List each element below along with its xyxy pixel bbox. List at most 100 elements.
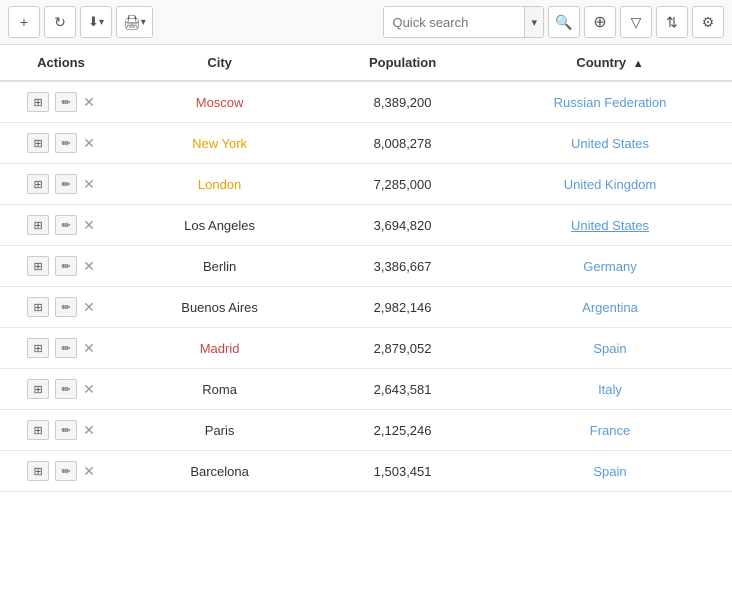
- search-input[interactable]: [384, 15, 524, 30]
- country-cell[interactable]: Russian Federation: [488, 81, 732, 123]
- print-button[interactable]: 🖨 ▾: [116, 6, 153, 38]
- country-link[interactable]: United Kingdom: [564, 177, 657, 192]
- view-button[interactable]: ⊞: [27, 297, 49, 317]
- country-link[interactable]: Spain: [593, 464, 626, 479]
- city-name: London: [198, 177, 241, 192]
- sort-icon: ⇅: [666, 14, 678, 31]
- country-cell[interactable]: United States: [488, 123, 732, 164]
- country-cell[interactable]: Spain: [488, 451, 732, 492]
- population-cell: 1,503,451: [317, 451, 488, 492]
- edit-icon: ✏: [62, 96, 71, 109]
- table-row: ⊞ ✏ ✕ New York8,008,278United States: [0, 123, 732, 164]
- delete-icon: ✕: [83, 135, 95, 151]
- view-icon: ⊞: [34, 219, 43, 232]
- edit-button[interactable]: ✏: [55, 297, 77, 317]
- edit-button[interactable]: ✏: [55, 92, 77, 112]
- delete-button[interactable]: ✕: [83, 299, 95, 316]
- country-link[interactable]: United States: [571, 218, 649, 233]
- country-cell[interactable]: United States: [488, 205, 732, 246]
- add-button[interactable]: +: [8, 6, 40, 38]
- settings-button[interactable]: ⚙: [692, 6, 724, 38]
- search2-button[interactable]: ⊕: [584, 6, 616, 38]
- header-actions: Actions: [0, 45, 122, 81]
- actions-cell: ⊞ ✏ ✕: [0, 205, 122, 246]
- edit-button[interactable]: ✏: [55, 379, 77, 399]
- delete-button[interactable]: ✕: [83, 217, 95, 234]
- country-link[interactable]: Germany: [583, 259, 636, 274]
- city-cell: New York: [122, 123, 317, 164]
- edit-icon: ✏: [62, 301, 71, 314]
- view-icon: ⊞: [34, 383, 43, 396]
- delete-icon: ✕: [83, 422, 95, 438]
- edit-button[interactable]: ✏: [55, 461, 77, 481]
- table-container: Actions City Population Country ▲ ⊞ ✏ ✕: [0, 45, 732, 492]
- population-cell: 2,643,581: [317, 369, 488, 410]
- city-cell: Madrid: [122, 328, 317, 369]
- search-button[interactable]: 🔍: [548, 6, 580, 38]
- view-button[interactable]: ⊞: [27, 133, 49, 153]
- view-button[interactable]: ⊞: [27, 420, 49, 440]
- country-link[interactable]: Argentina: [582, 300, 638, 315]
- edit-button[interactable]: ✏: [55, 133, 77, 153]
- table-row: ⊞ ✏ ✕ London7,285,000United Kingdom: [0, 164, 732, 205]
- table-row: ⊞ ✏ ✕ Los Angeles3,694,820United States: [0, 205, 732, 246]
- edit-button[interactable]: ✏: [55, 174, 77, 194]
- country-cell[interactable]: Germany: [488, 246, 732, 287]
- sort-button[interactable]: ⇅: [656, 6, 688, 38]
- header-country-label: Country: [576, 55, 626, 70]
- header-country[interactable]: Country ▲: [488, 45, 732, 81]
- delete-icon: ✕: [83, 340, 95, 356]
- actions-cell: ⊞ ✏ ✕: [0, 451, 122, 492]
- delete-button[interactable]: ✕: [83, 135, 95, 152]
- country-link[interactable]: Spain: [593, 341, 626, 356]
- city-name: Roma: [202, 382, 237, 397]
- country-cell[interactable]: Italy: [488, 369, 732, 410]
- table-row: ⊞ ✏ ✕ Paris2,125,246France: [0, 410, 732, 451]
- city-cell: London: [122, 164, 317, 205]
- export-chevron: ▾: [99, 17, 104, 28]
- country-link[interactable]: France: [590, 423, 630, 438]
- view-button[interactable]: ⊞: [27, 461, 49, 481]
- export-button[interactable]: ⬇ ▾: [80, 6, 112, 38]
- delete-button[interactable]: ✕: [83, 381, 95, 398]
- delete-button[interactable]: ✕: [83, 463, 95, 480]
- country-cell[interactable]: France: [488, 410, 732, 451]
- city-cell: Barcelona: [122, 451, 317, 492]
- search2-icon: ⊕: [593, 12, 606, 32]
- population-cell: 8,389,200: [317, 81, 488, 123]
- table-row: ⊞ ✏ ✕ Berlin3,386,667Germany: [0, 246, 732, 287]
- delete-button[interactable]: ✕: [83, 422, 95, 439]
- search-dropdown-button[interactable]: ▾: [524, 7, 543, 37]
- country-link[interactable]: United States: [571, 136, 649, 151]
- edit-button[interactable]: ✏: [55, 420, 77, 440]
- view-button[interactable]: ⊞: [27, 379, 49, 399]
- delete-icon: ✕: [83, 381, 95, 397]
- delete-button[interactable]: ✕: [83, 176, 95, 193]
- view-icon: ⊞: [34, 342, 43, 355]
- view-button[interactable]: ⊞: [27, 215, 49, 235]
- delete-icon: ✕: [83, 299, 95, 315]
- delete-button[interactable]: ✕: [83, 258, 95, 275]
- search-icon: 🔍: [555, 14, 572, 31]
- country-link[interactable]: Russian Federation: [554, 95, 667, 110]
- delete-button[interactable]: ✕: [83, 340, 95, 357]
- view-button[interactable]: ⊞: [27, 338, 49, 358]
- refresh-button[interactable]: ↻: [44, 6, 76, 38]
- filter-button[interactable]: ▽: [620, 6, 652, 38]
- settings-icon: ⚙: [702, 14, 715, 31]
- country-cell[interactable]: Argentina: [488, 287, 732, 328]
- view-button[interactable]: ⊞: [27, 92, 49, 112]
- country-cell[interactable]: Spain: [488, 328, 732, 369]
- country-cell[interactable]: United Kingdom: [488, 164, 732, 205]
- filter-icon: ▽: [631, 14, 642, 31]
- table-header-row: Actions City Population Country ▲: [0, 45, 732, 81]
- table-row: ⊞ ✏ ✕ Moscow8,389,200Russian Federation: [0, 81, 732, 123]
- edit-button[interactable]: ✏: [55, 215, 77, 235]
- view-button[interactable]: ⊞: [27, 174, 49, 194]
- edit-button[interactable]: ✏: [55, 256, 77, 276]
- delete-button[interactable]: ✕: [83, 94, 95, 111]
- edit-button[interactable]: ✏: [55, 338, 77, 358]
- view-button[interactable]: ⊞: [27, 256, 49, 276]
- country-link[interactable]: Italy: [598, 382, 622, 397]
- search-wrapper: ▾: [383, 6, 544, 38]
